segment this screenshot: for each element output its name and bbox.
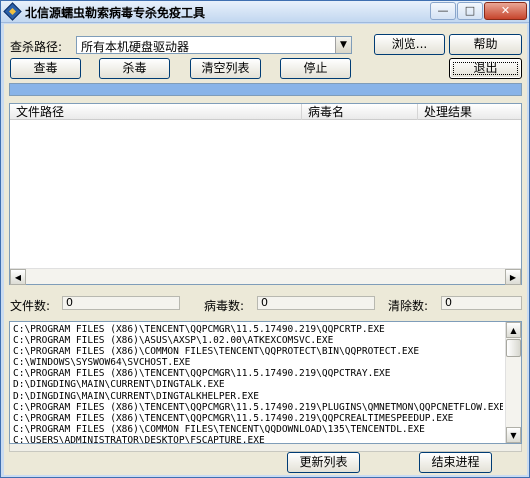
log-line[interactable]: D:\DINGDING\MAIN\CURRENT\DINGTALK.EXE — [13, 379, 503, 390]
scan-path-value: 所有本机硬盘驱动器 — [81, 40, 190, 54]
scroll-down-icon[interactable]: ▼ — [506, 427, 521, 443]
log-line[interactable]: C:\PROGRAM FILES (X86)\COMMON FILES\TENC… — [13, 424, 503, 435]
scroll-up-icon[interactable]: ▲ — [506, 322, 521, 338]
log-line[interactable]: C:\PROGRAM FILES (X86)\TENCENT\QQPCMGR\1… — [13, 324, 503, 335]
stop-button[interactable]: 停止 — [280, 58, 351, 79]
scan-progress-bar — [9, 83, 522, 96]
log-bottom-edge — [9, 444, 522, 452]
main-panel: 查杀路径: 所有本机硬盘驱动器 ▼ 浏览... 帮助 查毒 杀毒 清空列表 停止… — [4, 24, 527, 475]
log-line[interactable]: C:\WINDOWS\SYSWOW64\SVCHOST.EXE — [13, 357, 503, 368]
help-button[interactable]: 帮助 — [449, 34, 522, 55]
progress-fill — [10, 84, 521, 95]
scan-button[interactable]: 查毒 — [10, 58, 81, 79]
end-process-button[interactable]: 结束进程 — [419, 452, 492, 473]
cleared-count-value: 0 — [441, 296, 522, 310]
column-header-result[interactable]: 处理结果 — [418, 104, 521, 120]
kill-button[interactable]: 杀毒 — [99, 58, 170, 79]
shield-app-icon — [3, 2, 22, 21]
browse-button[interactable]: 浏览... — [374, 34, 445, 55]
log-line[interactable]: C:\PROGRAM FILES (X86)\COMMON FILES\TENC… — [13, 346, 503, 357]
scan-path-combo[interactable]: 所有本机硬盘驱动器 ▼ — [76, 36, 352, 54]
log-lines: C:\PROGRAM FILES (X86)\TENCENT\QQPCMGR\1… — [13, 324, 503, 443]
scroll-left-icon[interactable]: ◀ — [10, 269, 26, 285]
log-line[interactable]: D:\DINGDING\MAIN\CURRENT\DINGTALKHELPER.… — [13, 391, 503, 402]
minimize-button[interactable]: — — [430, 2, 456, 20]
horizontal-scrollbar[interactable]: ◀ ▶ — [10, 268, 521, 285]
log-line[interactable]: C:\PROGRAM FILES (X86)\ASUS\AXSP\1.02.00… — [13, 335, 503, 346]
app-window: 北信源蠕虫勒索病毒专杀免疫工具 — □ ✕ 查杀路径: 所有本机硬盘驱动器 ▼ … — [0, 0, 530, 478]
process-log-list[interactable]: C:\PROGRAM FILES (X86)\TENCENT\QQPCMGR\1… — [9, 321, 522, 444]
close-button[interactable]: ✕ — [484, 2, 527, 20]
chevron-down-icon[interactable]: ▼ — [335, 37, 351, 53]
scan-path-label: 查杀路径: — [10, 40, 63, 54]
column-header-virus-name[interactable]: 病毒名 — [302, 104, 418, 120]
focus-ring — [453, 62, 518, 75]
virus-results-table[interactable]: 文件路径 病毒名 处理结果 ◀ ▶ — [9, 103, 522, 285]
file-count-label: 文件数: — [10, 299, 51, 313]
column-header-file-path[interactable]: 文件路径 — [10, 104, 302, 120]
maximize-button[interactable]: □ — [457, 2, 483, 20]
log-line[interactable]: C:\PROGRAM FILES (X86)\TENCENT\QQPCMGR\1… — [13, 402, 503, 413]
virus-count-value: 0 — [257, 296, 375, 310]
refresh-list-button[interactable]: 更新列表 — [287, 452, 360, 473]
virus-count-label: 病毒数: — [204, 299, 245, 313]
scrollbar-thumb[interactable] — [506, 339, 521, 357]
table-header: 文件路径 病毒名 处理结果 — [10, 104, 521, 120]
exit-button[interactable]: 退出 — [449, 58, 522, 79]
file-count-value: 0 — [62, 296, 180, 310]
log-line[interactable]: C:\PROGRAM FILES (X86)\TENCENT\QQPCMGR\1… — [13, 368, 503, 379]
window-title: 北信源蠕虫勒索病毒专杀免疫工具 — [25, 6, 206, 20]
clear-list-button[interactable]: 清空列表 — [190, 58, 261, 79]
cleared-count-label: 清除数: — [388, 299, 429, 313]
log-line[interactable]: C:\USERS\ADMINISTRATOR\DESKTOP\FSCAPTURE… — [13, 435, 503, 443]
vertical-scrollbar[interactable]: ▲ ▼ — [505, 322, 521, 443]
title-bar[interactable]: 北信源蠕虫勒索病毒专杀免疫工具 — □ ✕ — [1, 1, 529, 23]
scroll-right-icon[interactable]: ▶ — [505, 269, 521, 285]
log-line[interactable]: C:\PROGRAM FILES (X86)\TENCENT\QQPCMGR\1… — [13, 413, 503, 424]
